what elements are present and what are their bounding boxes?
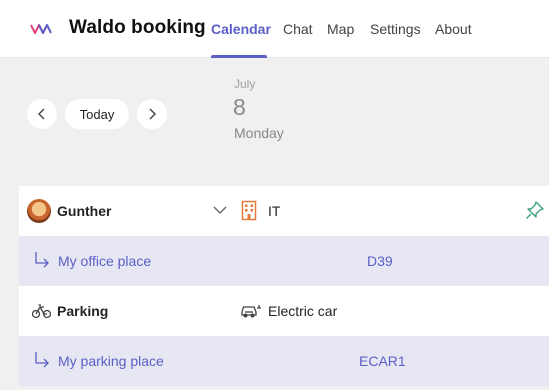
app-title: Waldo booking — [69, 17, 206, 38]
office-building-icon — [241, 200, 257, 221]
tab-chat[interactable]: Chat — [283, 21, 313, 37]
chevron-left-icon — [38, 108, 45, 120]
booking-row-office[interactable]: Gunther IT — [19, 186, 549, 236]
bicycle-icon — [32, 304, 51, 319]
booking-row-parking[interactable]: Parking Electric car — [19, 286, 549, 336]
parking-label: Parking — [57, 303, 109, 319]
date-month: July — [234, 77, 256, 91]
tab-settings[interactable]: Settings — [370, 21, 421, 37]
chevron-right-icon — [149, 108, 156, 120]
chevron-down-icon[interactable] — [213, 205, 227, 215]
today-button[interactable]: Today — [65, 99, 129, 129]
arrow-subdirectory-icon — [35, 252, 49, 268]
electric-car-icon — [241, 305, 261, 318]
office-place-label[interactable]: My office place — [58, 253, 151, 269]
office-place-value: D39 — [367, 253, 393, 269]
vehicle-label: Electric car — [268, 303, 338, 319]
active-tab-indicator — [211, 55, 267, 58]
top-bar: Waldo booking Calendar Chat Map Settings… — [0, 0, 549, 58]
waldo-logo-icon — [30, 24, 52, 34]
parking-place-row[interactable]: My parking place ECAR1 — [19, 336, 549, 386]
office-place-row[interactable]: My office place D39 — [19, 236, 549, 286]
parking-place-label[interactable]: My parking place — [58, 353, 164, 369]
person-name: Gunther — [57, 203, 112, 219]
arrow-subdirectory-icon — [35, 352, 49, 368]
avatar — [27, 199, 51, 223]
date-weekday: Monday — [234, 125, 284, 141]
next-day-button[interactable] — [137, 99, 167, 129]
tab-about[interactable]: About — [435, 21, 472, 37]
previous-day-button[interactable] — [27, 99, 57, 129]
date-day: 8 — [233, 94, 246, 120]
tab-map[interactable]: Map — [327, 21, 354, 37]
tab-calendar[interactable]: Calendar — [211, 21, 271, 37]
department-label: IT — [268, 203, 281, 219]
pin-icon[interactable] — [525, 200, 545, 220]
parking-place-value: ECAR1 — [359, 353, 406, 369]
